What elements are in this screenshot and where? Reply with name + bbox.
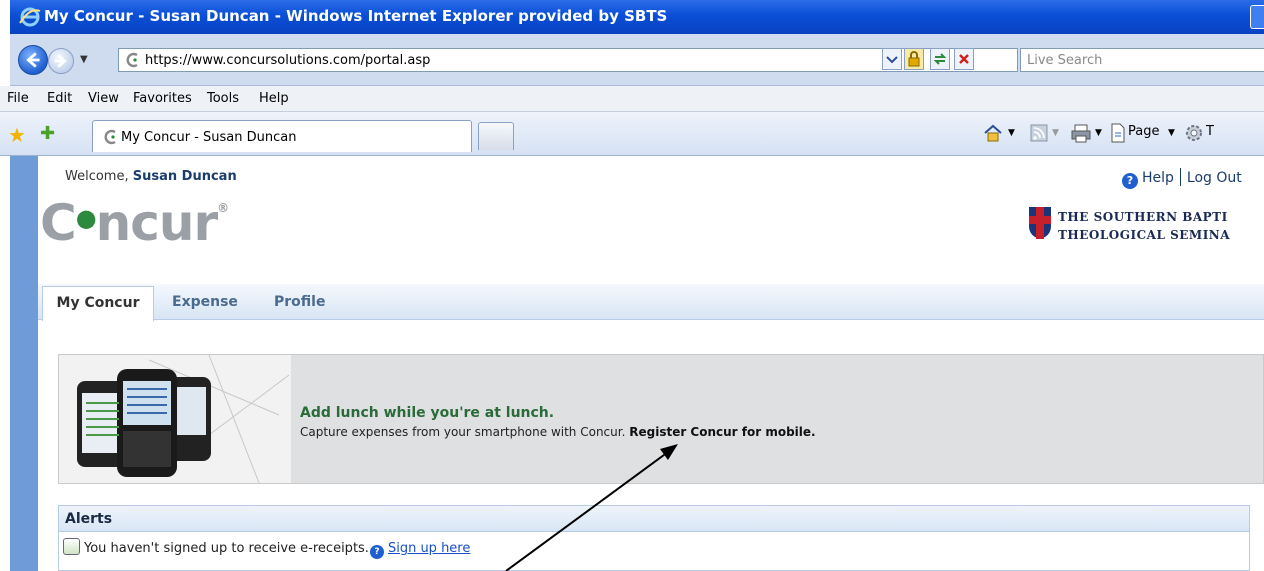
alerts-panel: Alerts You haven't signed up to receive …: [58, 505, 1250, 571]
concur-logo: C●ncur®: [40, 194, 229, 252]
user-name: Susan Duncan: [132, 169, 237, 184]
refresh-icon: [933, 53, 947, 65]
logout-link[interactable]: Log Out: [1187, 170, 1242, 186]
menu-view[interactable]: View: [88, 91, 119, 106]
tab-my-concur[interactable]: My Concur: [42, 286, 154, 321]
internet-explorer-icon: [19, 7, 41, 27]
search-input[interactable]: Live Search: [1020, 48, 1264, 72]
welcome-text: Welcome, Susan Duncan: [65, 169, 237, 184]
close-icon: [959, 54, 969, 64]
print-dropdown-icon[interactable]: ▼: [1095, 128, 1102, 138]
help-icon[interactable]: ?: [1122, 173, 1138, 189]
back-button[interactable]: [18, 45, 48, 75]
tab-expense[interactable]: Expense: [172, 294, 238, 310]
address-toolbar: ▼ https://www.concursolutions.com/portal…: [10, 34, 1264, 86]
menu-bar: File Edit View Favorites Tools Help: [0, 86, 1264, 112]
page-dropdown-icon[interactable]: ▼: [1168, 128, 1175, 138]
chevron-down-icon: [886, 56, 898, 64]
main-nav: My Concur Expense Profile: [38, 284, 1264, 321]
add-favorite-icon[interactable]: ✚: [40, 123, 55, 144]
browser-tab-bar: ★ ✚ My Concur - Susan Duncan ▼ ▼ ▼ Page …: [0, 112, 1264, 156]
favorites-star-icon[interactable]: ★: [8, 123, 26, 147]
browser-tab-label: My Concur - Susan Duncan: [121, 130, 297, 145]
menu-help[interactable]: Help: [259, 91, 289, 106]
alerts-header: Alerts: [59, 506, 1249, 532]
url-text: https://www.concursolutions.com/portal.a…: [145, 53, 431, 68]
register-mobile-link[interactable]: Register Concur for mobile.: [629, 425, 815, 439]
page-icon[interactable]: [1110, 123, 1126, 143]
minimize-button[interactable]: [1250, 5, 1264, 29]
menu-edit[interactable]: Edit: [47, 91, 72, 106]
header-divider: [1179, 168, 1181, 186]
home-dropdown-icon[interactable]: ▼: [1008, 128, 1015, 138]
window-title-bar: My Concur - Susan Duncan - Windows Inter…: [10, 0, 1264, 34]
logo-dot: ●: [75, 204, 97, 232]
forward-arrow-icon: [54, 54, 67, 68]
concur-favicon-icon: [104, 129, 116, 145]
banner-text: Capture expenses from your smartphone wi…: [300, 425, 816, 439]
url-dropdown-button[interactable]: [882, 48, 902, 70]
seminary-name: THE SOUTHERN BAPTI THEOLOGICAL SEMINA: [1058, 210, 1231, 242]
new-tab-button[interactable]: [478, 122, 514, 150]
window-title: My Concur - Susan Duncan - Windows Inter…: [44, 7, 668, 25]
forward-button[interactable]: [48, 48, 74, 74]
tab-profile[interactable]: Profile: [274, 294, 325, 310]
feeds-dropdown-icon[interactable]: ▼: [1052, 128, 1059, 138]
home-icon[interactable]: [982, 122, 1004, 144]
left-rail: [10, 156, 38, 571]
back-arrow-icon: [26, 52, 40, 68]
signup-link[interactable]: Sign up here: [388, 541, 470, 556]
browser-tab-active[interactable]: My Concur - Susan Duncan: [92, 120, 472, 152]
header-links: ? Help Log Out: [1122, 168, 1242, 189]
ereceipt-icon: [63, 538, 80, 555]
page-content: Welcome, Susan Duncan ? Help Log Out C●ncu…: [38, 156, 1264, 571]
smartphones-image: [59, 355, 291, 483]
concur-favicon-icon: [126, 52, 138, 68]
mobile-promo-banner: Add lunch while you're at lunch. Capture…: [58, 354, 1264, 484]
menu-favorites[interactable]: Favorites: [133, 91, 192, 106]
refresh-button[interactable]: [930, 48, 950, 70]
search-placeholder: Live Search: [1027, 53, 1103, 68]
alert-message: You haven't signed up to receive e-recei…: [84, 541, 369, 556]
security-lock-button[interactable]: [904, 48, 924, 70]
banner-title: Add lunch while you're at lunch.: [300, 405, 555, 421]
tools-menu-button[interactable]: T: [1206, 124, 1214, 139]
feeds-icon[interactable]: [1030, 124, 1048, 142]
help-link[interactable]: Help: [1142, 170, 1174, 186]
gear-icon[interactable]: [1184, 123, 1204, 143]
welcome-prefix: Welcome,: [65, 169, 129, 184]
alerts-heading: Alerts: [65, 511, 113, 527]
history-dropdown-icon[interactable]: ▼: [80, 54, 88, 65]
menu-file[interactable]: File: [7, 91, 29, 106]
alert-item: You haven't signed up to receive e-recei…: [63, 538, 470, 559]
print-icon[interactable]: [1070, 123, 1092, 143]
page-menu-button[interactable]: Page: [1128, 124, 1159, 139]
banner-description: Capture expenses from your smartphone wi…: [300, 425, 626, 439]
lock-icon: [908, 51, 920, 67]
help-icon[interactable]: ?: [369, 545, 384, 559]
seminary-shield-icon: [1029, 207, 1051, 239]
stop-button[interactable]: [954, 48, 974, 70]
menu-tools[interactable]: Tools: [207, 91, 239, 106]
